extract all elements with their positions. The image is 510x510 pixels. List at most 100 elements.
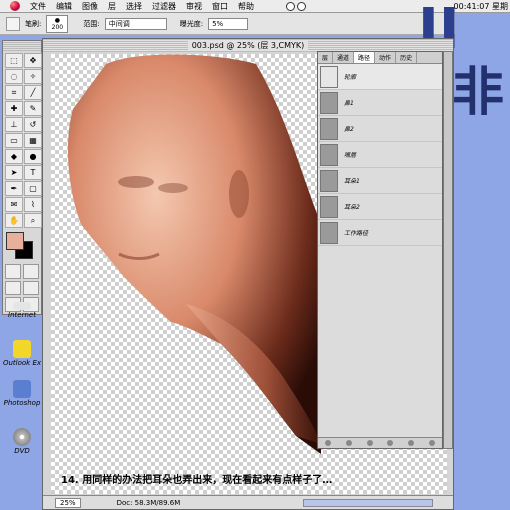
blur-tool-icon[interactable]: ◆ — [5, 149, 23, 164]
eraser-tool-icon[interactable]: ▭ — [5, 133, 23, 148]
options-bar: 笔刷: ● 200 范围: 中间调 曝光度: 5% — [0, 13, 455, 35]
menu-edit[interactable]: 编辑 — [56, 1, 72, 12]
foreground-color-swatch[interactable] — [6, 232, 24, 250]
brush-tool-icon[interactable]: ✎ — [24, 101, 42, 116]
slice-tool-icon[interactable]: ╱ — [24, 85, 42, 100]
dvd-icon — [13, 428, 31, 446]
paths-panel: 层 通道 路径 动作 历史 轮廓 鼻1 鼻2 嘴唇 耳朵1 耳朵2 工作路径 — [317, 51, 443, 449]
menu-window[interactable]: 窗口 — [212, 1, 228, 12]
load-selection-icon[interactable] — [366, 440, 373, 446]
notes-tool-icon[interactable]: ✉ — [5, 197, 23, 212]
menu-view[interactable]: 审视 — [186, 1, 202, 12]
fullscreen-mode-icon[interactable] — [23, 280, 39, 296]
tab-actions[interactable]: 动作 — [375, 52, 397, 63]
menu-image[interactable]: 图像 — [82, 1, 98, 12]
shape-tool-icon[interactable]: ▢ — [24, 181, 42, 196]
path-row[interactable]: 嘴唇 — [318, 142, 442, 168]
path-label: 耳朵1 — [344, 178, 360, 185]
healing-tool-icon[interactable]: ✚ — [5, 101, 23, 116]
brush-picker[interactable]: ● 200 — [46, 14, 69, 33]
desktop-icon-dvd[interactable]: DVD — [0, 428, 44, 455]
path-thumbnail — [320, 195, 338, 218]
tab-channels[interactable]: 通道 — [333, 52, 355, 63]
marquee-tool-icon[interactable]: ⬚ — [5, 53, 23, 68]
pen-tool-icon[interactable]: ✒ — [5, 181, 23, 196]
menu-select[interactable]: 选择 — [126, 1, 142, 12]
apple-icon[interactable] — [10, 1, 20, 11]
gradient-tool-icon[interactable]: ▦ — [24, 133, 42, 148]
path-thumbnail — [320, 91, 338, 114]
exposure-field[interactable]: 5% — [208, 17, 249, 30]
internet-icon — [13, 302, 31, 310]
stamp-tool-icon[interactable]: ⊥ — [5, 117, 23, 132]
overlay-title-line2: 非 — [452, 63, 505, 123]
eyedropper-tool-icon[interactable]: ⌇ — [24, 197, 42, 212]
exposure-label: 曝光度: — [179, 19, 204, 28]
fill-path-icon[interactable] — [325, 440, 332, 446]
path-row[interactable]: 耳朵2 — [318, 194, 442, 220]
quickmask-mode-icon[interactable] — [23, 264, 39, 279]
crop-tool-icon[interactable]: ⌗ — [5, 85, 23, 100]
range-label: 范围: — [83, 19, 100, 28]
path-label: 鼻1 — [344, 100, 354, 107]
path-label: 嘴唇 — [344, 152, 357, 159]
outlook-icon — [13, 340, 31, 358]
lasso-tool-icon[interactable]: ◌ — [5, 69, 23, 84]
menu-filter[interactable]: 过滤器 — [152, 1, 176, 12]
stroke-path-icon[interactable] — [345, 440, 352, 446]
path-row[interactable]: 耳朵1 — [318, 168, 442, 194]
path-row[interactable]: 轮廓 — [318, 64, 442, 90]
desktop-icon-photoshop[interactable]: Photoshop — [0, 380, 44, 407]
move-tool-icon[interactable]: ✥ — [24, 53, 42, 68]
document-title: 003.psd @ 25% (层 3,CMYK) — [187, 40, 309, 51]
hand-tool-icon[interactable]: ✋ — [5, 213, 23, 228]
brush-label: 笔刷: — [25, 19, 42, 28]
path-label: 鼻2 — [344, 126, 354, 133]
path-label: 轮廓 — [344, 74, 357, 81]
tab-layers[interactable]: 层 — [318, 52, 334, 63]
tab-history[interactable]: 历史 — [396, 52, 418, 63]
toolbox-titlebar[interactable] — [3, 41, 41, 51]
delete-path-icon[interactable] — [428, 440, 435, 446]
photoshop-icon — [13, 380, 31, 398]
path-thumbnail — [320, 143, 338, 166]
tutorial-caption: 14. 用同样的办法把耳朵也弄出来，现在看起来有点样子了… — [61, 475, 333, 486]
range-select[interactable]: 中间调 — [104, 17, 167, 30]
screen-mode-icon[interactable] — [5, 280, 21, 296]
type-tool-icon[interactable]: T — [24, 165, 42, 180]
path-thumbnail — [320, 221, 338, 244]
path-label: 耳朵2 — [344, 204, 360, 211]
tab-paths[interactable]: 路径 — [354, 52, 376, 63]
history-brush-tool-icon[interactable]: ↺ — [24, 117, 42, 132]
menu-layer[interactable]: 层 — [108, 1, 116, 12]
menu-help[interactable]: 帮助 — [238, 1, 254, 12]
magic-wand-tool-icon[interactable]: ✧ — [24, 69, 42, 84]
doc-size-info: Doc: 58.3M/89.6M — [116, 498, 181, 507]
panel-footer — [318, 437, 442, 448]
standard-mode-icon[interactable] — [5, 264, 21, 279]
panel-tabs: 层 通道 路径 动作 历史 — [318, 52, 442, 64]
desktop-icon-outlook[interactable]: Outlook Ex — [0, 340, 44, 367]
new-path-icon[interactable] — [407, 440, 414, 446]
path-thumbnail — [320, 117, 338, 140]
path-label: 工作路径 — [344, 230, 369, 237]
eyes-icon — [286, 1, 308, 11]
path-thumbnail — [320, 65, 338, 88]
status-bar: 25% Doc: 58.3M/89.6M — [43, 495, 453, 509]
zoom-field[interactable]: 25% — [55, 497, 81, 508]
desktop-icon-internet[interactable]: Internet — [0, 302, 44, 319]
brush-size: 200 — [51, 23, 64, 31]
dodge-tool-icon[interactable]: ● — [24, 149, 42, 164]
make-workpath-icon[interactable] — [387, 440, 394, 446]
path-row[interactable]: 鼻2 — [318, 116, 442, 142]
dodge-tool-icon[interactable] — [6, 16, 20, 31]
menu-file[interactable]: 文件 — [30, 1, 46, 12]
menu-clock: 00:41:07 星期 — [453, 2, 508, 11]
zoom-tool-icon[interactable]: ⌕ — [24, 213, 42, 228]
path-select-tool-icon[interactable]: ➤ — [5, 165, 23, 180]
path-row[interactable]: 鼻1 — [318, 90, 442, 116]
path-row[interactable]: 工作路径 — [318, 220, 442, 246]
path-thumbnail — [320, 169, 338, 192]
horizontal-scrollbar[interactable] — [303, 498, 433, 507]
panel-scrollbar[interactable] — [443, 51, 453, 449]
